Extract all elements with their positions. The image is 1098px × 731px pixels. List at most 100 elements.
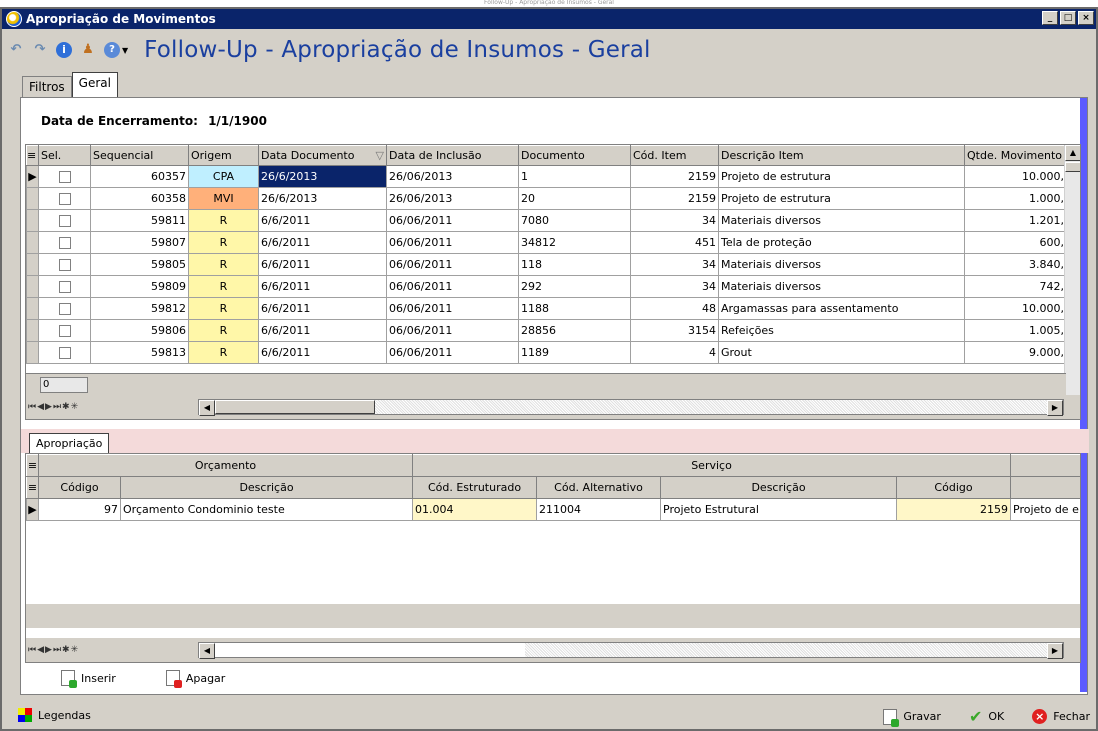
cell-descricao-item[interactable]: Materiais diversos (718, 253, 965, 276)
cell-descricao-item[interactable]: Projeto de estrutura (718, 187, 965, 210)
cell-data-documento[interactable]: 6/6/2011 (258, 297, 387, 320)
scroll-right-button[interactable]: ▶ (1047, 643, 1063, 659)
cell-cod-item[interactable]: 48 (630, 297, 719, 320)
cell-descricao-item[interactable]: Projeto de estrutura (718, 165, 965, 188)
hscroll-thumb[interactable] (215, 400, 375, 414)
cell-origem[interactable]: R (188, 209, 259, 232)
cell-documento[interactable]: 118 (518, 253, 631, 276)
table-row[interactable]: 59813 R 6/6/2011 06/06/2011 1189 4 Grout 9.000, (26, 341, 1067, 364)
cell-documento[interactable]: 1188 (518, 297, 631, 320)
col-cod-alternativo[interactable]: Cód. Alternativo (536, 476, 662, 499)
cell-data-documento[interactable]: 26/6/2013 (258, 187, 387, 210)
cell-sequencial[interactable]: 59806 (90, 319, 189, 342)
cell-qtde[interactable]: 10.000, (964, 297, 1067, 320)
cell-descricao-item[interactable]: Grout (718, 341, 965, 364)
row-checkbox[interactable] (38, 341, 91, 364)
cell-documento[interactable]: 1189 (518, 341, 631, 364)
cell-descricao-item[interactable]: Argamassas para assentamento (718, 297, 965, 320)
cell-sequencial[interactable]: 60357 (90, 165, 189, 188)
cell-origem[interactable]: R (188, 341, 259, 364)
table-row[interactable]: 59812 R 6/6/2011 06/06/2011 1188 48 Argamassas… (26, 297, 1067, 320)
table-row[interactable]: 59806 R 6/6/2011 06/06/2011 28856 3154 Refeiçõ… (26, 319, 1067, 342)
col-data-inclusao[interactable]: Data de Inclusão (386, 145, 519, 166)
cell-descricao-item[interactable]: Materiais diversos (718, 275, 965, 298)
cell-cod-item[interactable]: 2159 (630, 187, 719, 210)
cell-origem[interactable]: R (188, 231, 259, 254)
fechar-button[interactable]: × Fechar (1032, 709, 1090, 724)
cell-qtde[interactable]: 1.005, (964, 319, 1067, 342)
cell-descricao-item[interactable]: Refeições (718, 319, 965, 342)
col-origem[interactable]: Origem (188, 145, 259, 166)
cell-documento[interactable]: 28856 (518, 319, 631, 342)
cell-sequencial[interactable]: 59813 (90, 341, 189, 364)
col-codigo[interactable]: Código (38, 476, 121, 499)
cell-servico-codigo[interactable]: 2159 (896, 498, 1012, 521)
table-row[interactable]: ▶ 97 Orçamento Condominio teste 01.004 2… (26, 498, 1080, 521)
row-checkbox[interactable] (38, 209, 91, 232)
cell-documento[interactable]: 1 (518, 165, 631, 188)
horizontal-scrollbar[interactable]: ◀ ▶ (198, 399, 1064, 416)
cell-sequencial[interactable]: 60358 (90, 187, 189, 210)
cell-qtde[interactable]: 9.000, (964, 341, 1067, 364)
record-navigator-icons[interactable]: ⏮◀▶⏭✱✳ (28, 645, 138, 655)
col-sel[interactable]: Sel. (38, 145, 91, 166)
horizontal-scrollbar[interactable]: ◀ ▶ (198, 642, 1064, 659)
undo-icon[interactable]: ↶ (8, 42, 24, 58)
col-cod-item[interactable]: Cód. Item (630, 145, 719, 166)
tab-geral[interactable]: Geral (71, 72, 118, 97)
scroll-left-button[interactable]: ◀ (199, 643, 215, 659)
vertical-scrollbar[interactable]: ▲ ▼ (1064, 145, 1080, 419)
cell-data-inclusao[interactable]: 06/06/2011 (386, 253, 519, 276)
cell-data-inclusao[interactable]: 06/06/2011 (386, 341, 519, 364)
maximize-button[interactable]: □ (1060, 11, 1076, 25)
row-checkbox[interactable] (38, 231, 91, 254)
cell-data-documento[interactable]: 6/6/2011 (258, 341, 387, 364)
cell-descricao[interactable]: Orçamento Condominio teste (119, 498, 414, 521)
cell-cod-item[interactable]: 34 (630, 275, 719, 298)
user-icon[interactable]: ♟ (80, 42, 96, 58)
scroll-left-button[interactable]: ◀ (199, 400, 215, 416)
scroll-up-button[interactable]: ▲ (1065, 145, 1080, 161)
cell-sequencial[interactable]: 59812 (90, 297, 189, 320)
info-icon[interactable]: i (56, 42, 72, 58)
cell-codigo[interactable]: 97 (38, 498, 121, 521)
help-icon[interactable]: ? (104, 42, 120, 58)
cell-data-inclusao[interactable]: 26/06/2013 (386, 187, 519, 210)
col-documento[interactable]: Documento (518, 145, 631, 166)
close-button[interactable]: × (1078, 11, 1094, 25)
cell-origem[interactable]: R (188, 297, 259, 320)
cell-servico-extra[interactable]: Projeto de e (1010, 498, 1080, 521)
row-checkbox[interactable] (38, 275, 91, 298)
cell-cod-item[interactable]: 2159 (630, 165, 719, 188)
cell-data-inclusao[interactable]: 06/06/2011 (386, 231, 519, 254)
col-descricao-item[interactable]: Descrição Item (718, 145, 965, 166)
scroll-thumb[interactable] (1065, 162, 1080, 172)
minimize-button[interactable]: _ (1042, 11, 1058, 25)
cell-qtde[interactable]: 742, (964, 275, 1067, 298)
col-servico-descricao[interactable]: Descrição (660, 476, 898, 499)
column-chooser-icon[interactable]: ≡ (26, 476, 39, 499)
cell-cod-item[interactable]: 451 (630, 231, 719, 254)
row-checkbox[interactable] (38, 319, 91, 342)
cell-servico-descricao[interactable]: Projeto Estrutural (660, 498, 898, 521)
column-chooser-icon[interactable]: ≡ (26, 454, 39, 477)
cell-data-documento[interactable]: 26/6/2013 (258, 165, 387, 188)
cell-documento[interactable]: 20 (518, 187, 631, 210)
cell-cod-item[interactable]: 3154 (630, 319, 719, 342)
table-row[interactable]: 59809 R 6/6/2011 06/06/2011 292 34 Materiais d… (26, 275, 1067, 298)
table-row[interactable]: 59805 R 6/6/2011 06/06/2011 118 34 Materiais d… (26, 253, 1067, 276)
column-chooser-icon[interactable]: ≡ (26, 145, 39, 166)
cell-cod-item[interactable]: 4 (630, 341, 719, 364)
table-row[interactable]: 59807 R 6/6/2011 06/06/2011 34812 451 Tela de … (26, 231, 1067, 254)
cell-sequencial[interactable]: 59805 (90, 253, 189, 276)
hscroll-track[interactable] (215, 643, 525, 657)
cell-data-inclusao[interactable]: 06/06/2011 (386, 319, 519, 342)
cell-data-documento[interactable]: 6/6/2011 (258, 209, 387, 232)
col-servico-codigo[interactable]: Código (896, 476, 1012, 499)
col-descricao[interactable]: Descrição (119, 476, 414, 499)
cell-sequencial[interactable]: 59811 (90, 209, 189, 232)
cell-origem[interactable]: CPA (188, 165, 259, 188)
cell-origem[interactable]: R (188, 253, 259, 276)
row-checkbox[interactable] (38, 165, 91, 188)
tab-apropriacao[interactable]: Apropriação (29, 433, 110, 454)
